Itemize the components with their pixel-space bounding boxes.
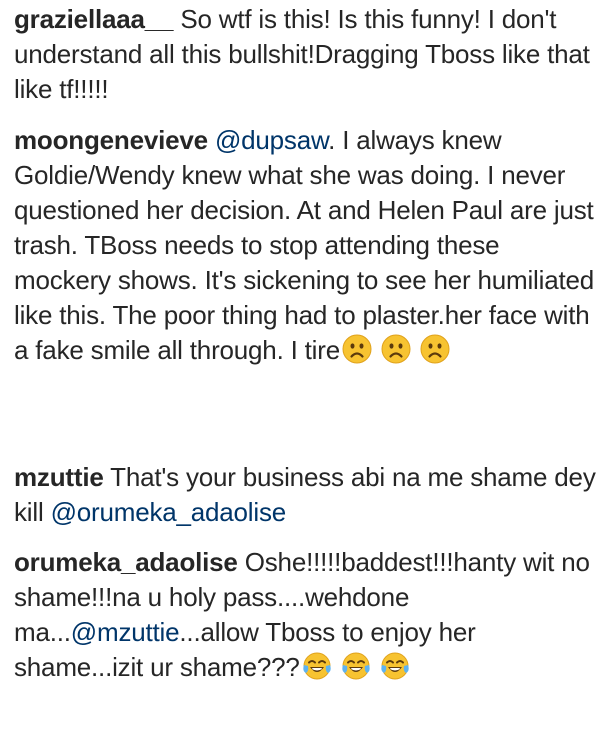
frowning-face-emoji — [342, 334, 372, 364]
tears-of-joy-emoji — [380, 651, 410, 681]
comment-username[interactable]: mzuttie — [14, 462, 104, 492]
comment-mention[interactable]: @orumeka_adaolise — [51, 497, 287, 527]
frowning-face-emoji — [381, 334, 411, 364]
comment-username[interactable]: graziellaaa__ — [14, 4, 173, 34]
tears-of-joy-emoji — [341, 651, 371, 681]
comment-username[interactable]: orumeka_adaolise — [14, 547, 238, 577]
comment-mention[interactable]: @dupsaw — [215, 125, 328, 155]
comment: orumeka_adaolise Oshe!!!!!baddest!!!hant… — [14, 545, 600, 685]
tears-of-joy-emoji — [302, 651, 332, 681]
comment-mention[interactable]: @mzuttie — [71, 617, 180, 647]
comment-username[interactable]: moongenevieve — [14, 125, 208, 155]
comment: mzuttie That's your business abi na me s… — [14, 460, 600, 530]
comment-list: graziellaaa__ So wtf is this! Is this fu… — [0, 0, 614, 742]
comment: graziellaaa__ So wtf is this! Is this fu… — [14, 2, 600, 107]
frowning-face-emoji — [420, 334, 450, 364]
comment: moongenevieve @dupsaw. I always knew Gol… — [14, 123, 600, 368]
comment-text: . I always knew Goldie/Wendy knew what s… — [14, 125, 595, 365]
